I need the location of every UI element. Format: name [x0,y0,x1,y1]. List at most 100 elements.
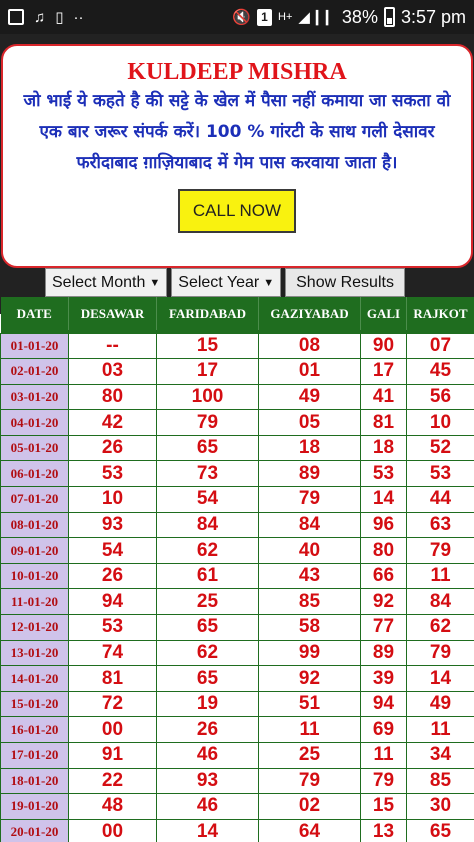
table-row: 08-01-20 93 84 84 96 63 [0,511,474,539]
month-select-label: Select Month [52,273,146,291]
result-cell-gali: 11 [360,742,407,769]
date-cell: 02-01-20 [0,358,69,385]
column-header-date: DATE [0,297,69,330]
result-cell-rajkot: 79 [406,537,474,564]
table-row: 18-01-20 22 93 79 79 85 [0,767,474,795]
result-cell-faridabad: 93 [156,767,259,795]
dropdown-arrow-icon: ▼ [263,276,275,289]
result-cell-desawar: 00 [68,716,157,743]
result-cell-rajkot: 84 [406,588,474,616]
result-cell-faridabad: 26 [156,716,259,743]
table-row: 02-01-20 03 17 01 17 45 [0,358,474,385]
result-cell-rajkot: 56 [406,383,474,411]
result-cell-gaziyabad: 84 [258,511,361,539]
date-cell: 10-01-20 [0,562,69,590]
filters-bar: Select Month ▼ Select Year ▼ Show Result… [45,268,405,297]
signal-bars-icon: ▎▎ [315,9,336,25]
result-cell-faridabad: 65 [156,614,259,641]
result-cell-gaziyabad: 51 [258,690,361,718]
month-select[interactable]: Select Month ▼ [45,268,168,297]
result-cell-faridabad: 84 [156,511,259,539]
result-cell-faridabad: 17 [156,358,259,385]
result-cell-gali: 80 [360,537,407,564]
result-cell-desawar: 53 [68,614,157,641]
result-cell-gaziyabad: 79 [258,767,361,795]
result-cell-rajkot: 49 [406,690,474,718]
result-cell-gali: 14 [360,486,407,513]
table-row: 16-01-20 00 26 11 69 11 [0,716,474,743]
result-cell-desawar: 03 [68,358,157,385]
result-cell-desawar: 22 [68,767,157,795]
result-cell-gali: 96 [360,511,407,539]
table-row: 09-01-20 54 62 40 80 79 [0,537,474,564]
result-cell-faridabad: 25 [156,588,259,616]
result-cell-faridabad: 62 [156,639,259,667]
result-cell-gaziyabad: 25 [258,742,361,769]
date-cell: 19-01-20 [0,793,69,820]
result-cell-rajkot: 79 [406,639,474,667]
result-cell-faridabad: 15 [156,332,259,360]
table-row: 19-01-20 48 46 02 15 30 [0,793,474,820]
result-cell-gali: 53 [360,460,407,488]
dropdown-arrow-icon: ▼ [149,276,161,289]
result-cell-desawar: 91 [68,742,157,769]
result-cell-desawar: 00 [68,818,157,842]
result-cell-faridabad: 79 [156,409,259,436]
date-cell: 08-01-20 [0,511,69,539]
table-header-row: DATE DESAWAR FARIDABAD GAZIYABAD GALI RAJKOT [0,297,474,330]
date-cell: 20-01-20 [0,818,69,842]
table-row: 03-01-20 80 100 49 41 56 [0,383,474,411]
result-cell-desawar: 74 [68,639,157,667]
column-header-gali: GALI [360,297,407,330]
result-cell-desawar: 94 [68,588,157,616]
table-row: 05-01-20 26 65 18 18 52 [0,434,474,462]
status-bar: ♫ ▯ ·· 🔇 1 H+ ◢ ▎▎ 38% 3:57 pm [0,0,474,34]
call-now-button[interactable]: CALL NOW [178,189,296,233]
result-cell-rajkot: 34 [406,742,474,769]
table-row: 17-01-20 91 46 25 11 34 [0,742,474,769]
result-cell-gaziyabad: 08 [258,332,361,360]
date-cell: 09-01-20 [0,537,69,564]
result-cell-faridabad: 54 [156,486,259,513]
date-cell: 14-01-20 [0,665,69,692]
result-cell-faridabad: 65 [156,665,259,692]
result-cell-gaziyabad: 18 [258,434,361,462]
show-results-button[interactable]: Show Results [285,268,405,297]
result-cell-gaziyabad: 79 [258,486,361,513]
message-icon: ▯ [55,8,64,26]
result-cell-desawar: -- [68,332,157,360]
column-header-rajkot: RAJKOT [406,297,474,330]
result-cell-gaziyabad: 99 [258,639,361,667]
music-icon: ♫ [34,8,46,26]
year-select[interactable]: Select Year ▼ [171,268,282,297]
result-cell-gali: 39 [360,665,407,692]
result-cell-gaziyabad: 89 [258,460,361,488]
result-cell-desawar: 26 [68,562,157,590]
date-cell: 12-01-20 [0,614,69,641]
result-cell-gaziyabad: 85 [258,588,361,616]
date-cell: 17-01-20 [0,742,69,769]
promo-box: KULDEEP MISHRA जो भाई ये कहते है की सट्ट… [1,44,473,268]
result-cell-gali: 81 [360,409,407,436]
gallery-icon [8,9,24,25]
result-cell-gaziyabad: 58 [258,614,361,641]
result-cell-gali: 15 [360,793,407,820]
result-cell-gali: 17 [360,358,407,385]
result-cell-gaziyabad: 64 [258,818,361,842]
result-cell-gaziyabad: 11 [258,716,361,743]
result-cell-faridabad: 46 [156,742,259,769]
result-cell-rajkot: 62 [406,614,474,641]
result-cell-gali: 89 [360,639,407,667]
result-cell-desawar: 93 [68,511,157,539]
result-cell-faridabad: 46 [156,793,259,820]
signal-icon: ◢ [298,8,310,26]
table-row: 13-01-20 74 62 99 89 79 [0,639,474,667]
battery-icon [383,7,395,27]
results-table: DATE DESAWAR FARIDABAD GAZIYABAD GALI RAJKOT … [0,297,474,842]
result-cell-gali: 90 [360,332,407,360]
date-cell: 03-01-20 [0,383,69,411]
column-header-gaziyabad: GAZIYABAD [258,297,361,330]
result-cell-desawar: 26 [68,434,157,462]
promo-text: जो भाई ये कहते है की सट्टे के खेल में पै… [23,91,451,173]
result-cell-rajkot: 11 [406,716,474,743]
